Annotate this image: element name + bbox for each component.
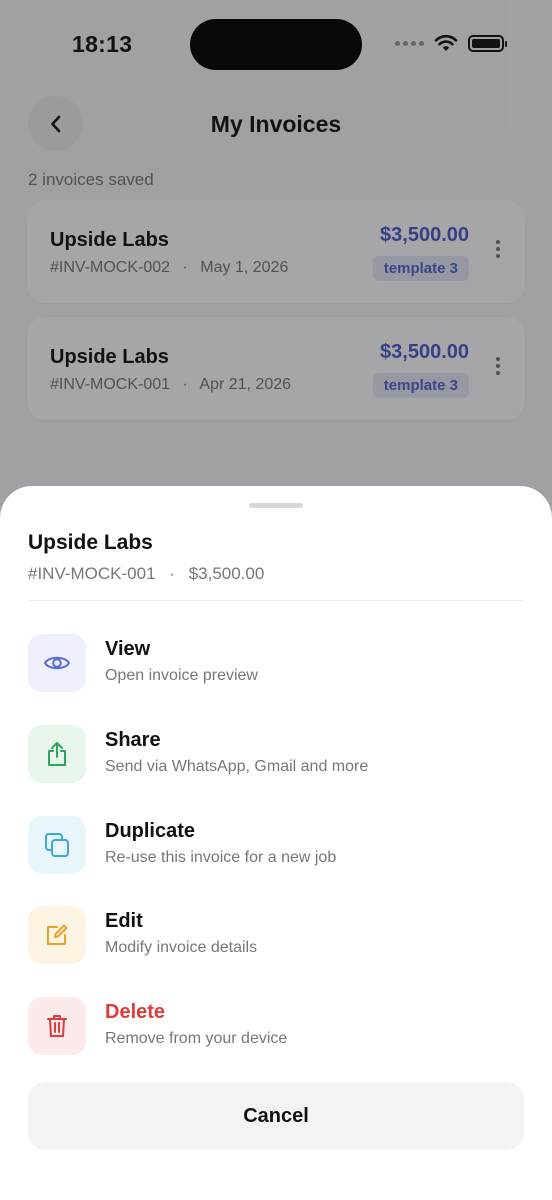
sheet-title: Upside Labs — [28, 531, 153, 554]
share-icon — [48, 742, 66, 766]
edit-action[interactable]: Edit Modify invoice details — [28, 906, 524, 964]
delete-icon-box — [28, 997, 86, 1055]
duplicate-icon — [45, 833, 69, 857]
action-description: Open invoice preview — [105, 667, 258, 684]
duplicate-action[interactable]: Duplicate Re-use this invoice for a new … — [28, 816, 524, 874]
action-description: Send via WhatsApp, Gmail and more — [105, 758, 369, 775]
eye-icon — [44, 656, 70, 670]
separator-dot: · — [169, 564, 175, 583]
action-description: Re-use this invoice for a new job — [105, 849, 337, 866]
action-description: Remove from your device — [105, 1030, 288, 1047]
sheet-subtitle: #INV-MOCK-001 · $3,500.00 — [28, 564, 264, 584]
action-label: View — [105, 638, 151, 660]
divider — [28, 600, 524, 601]
sheet-invoice-amount: $3,500.00 — [188, 564, 265, 583]
trash-icon — [47, 1015, 67, 1037]
action-label: Share — [105, 729, 161, 751]
action-label: Duplicate — [105, 820, 196, 842]
view-action[interactable]: View Open invoice preview — [28, 634, 524, 692]
duplicate-icon-box — [28, 816, 86, 874]
share-action[interactable]: Share Send via WhatsApp, Gmail and more — [28, 725, 524, 783]
share-icon-box — [28, 725, 86, 783]
sheet-invoice-number: #INV-MOCK-001 — [28, 564, 156, 583]
edit-icon-box — [28, 906, 86, 964]
edit-icon — [47, 924, 68, 945]
delete-action[interactable]: Delete Remove from your device — [28, 997, 524, 1055]
action-label: Edit — [105, 910, 143, 932]
view-icon-box — [28, 634, 86, 692]
action-sheet: Upside Labs #INV-MOCK-001 · $3,500.00 Vi… — [0, 486, 552, 1200]
action-label: Delete — [105, 1001, 166, 1023]
action-description: Modify invoice details — [105, 939, 258, 956]
sheet-handle[interactable] — [249, 503, 303, 508]
cancel-button[interactable]: Cancel — [28, 1082, 524, 1150]
